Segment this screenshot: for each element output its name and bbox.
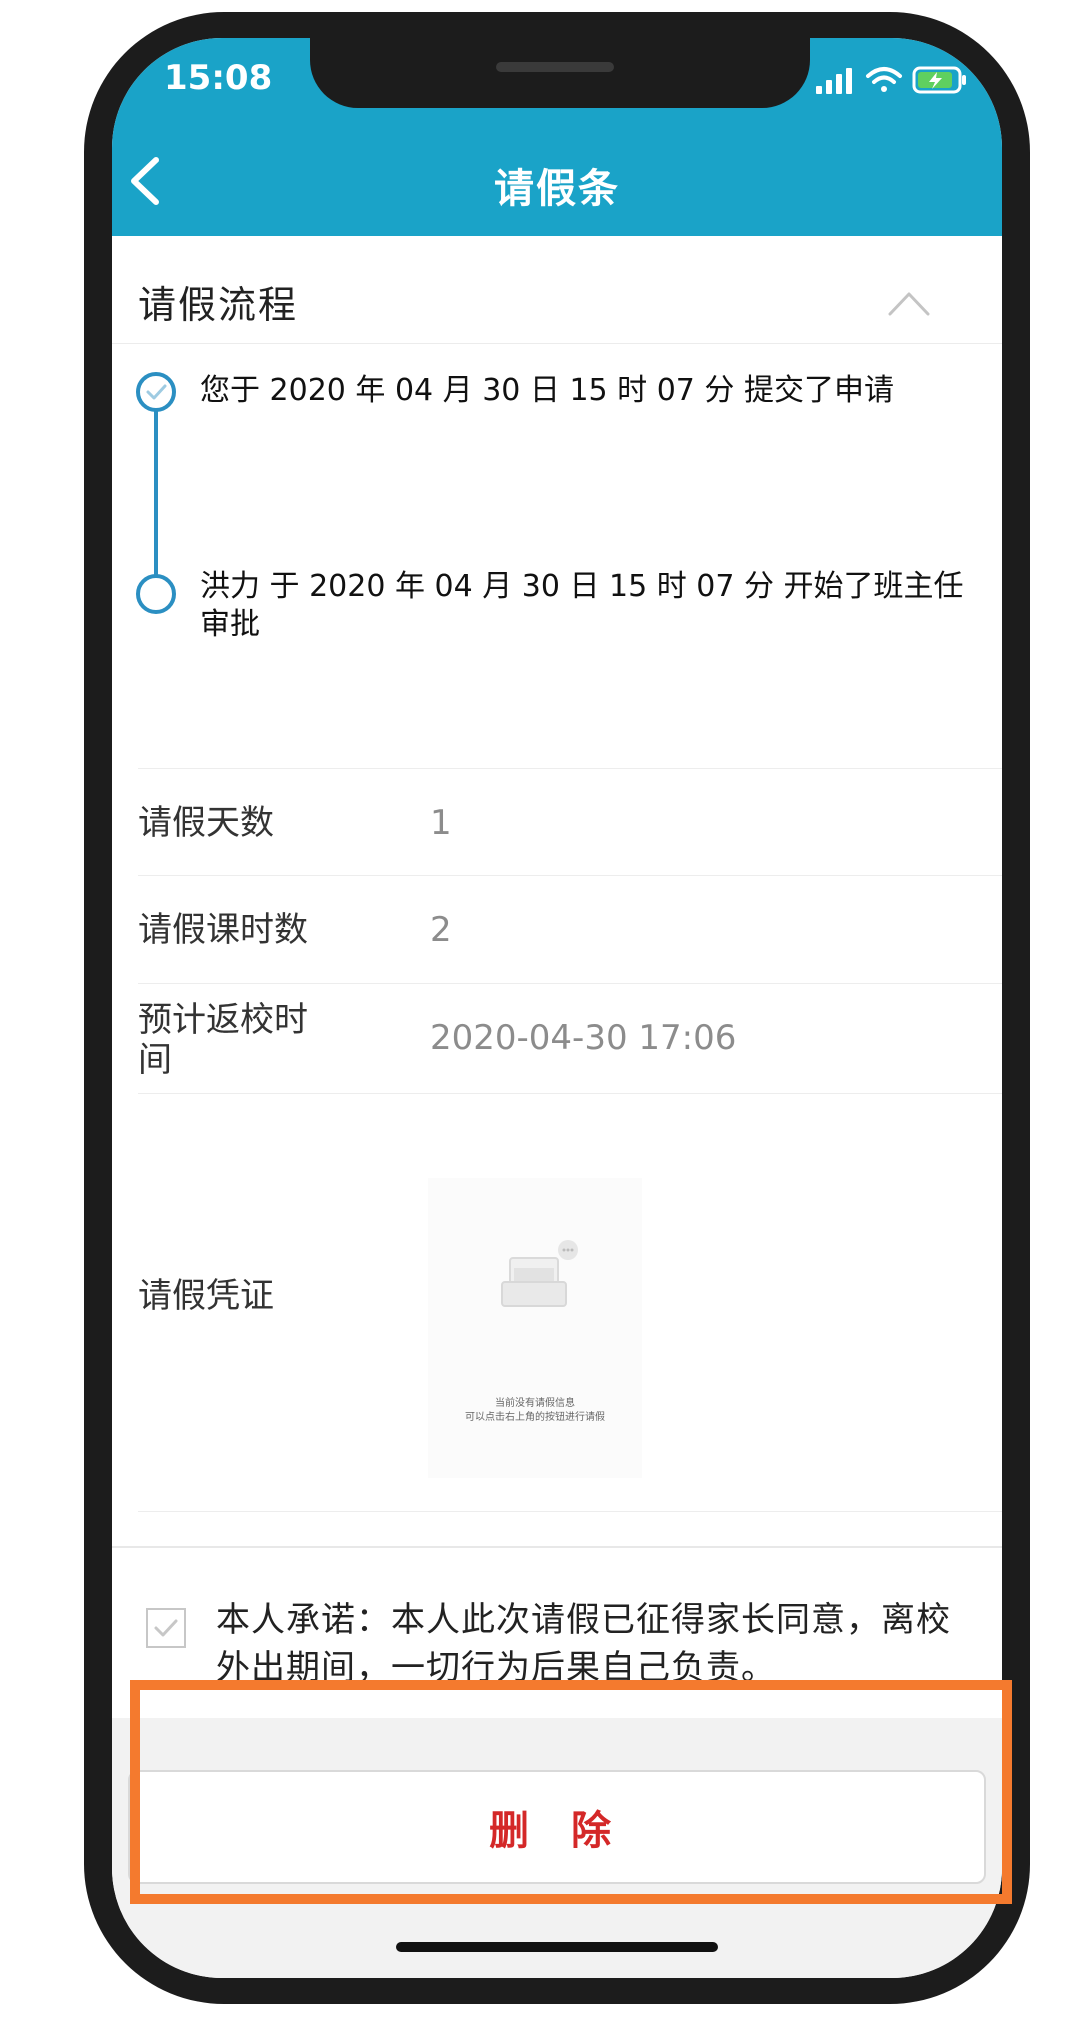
status-icons	[816, 60, 976, 100]
delete-label: 删 除	[489, 1808, 625, 1854]
empty-inbox-icon	[501, 1240, 578, 1307]
evidence-image[interactable]: 当前没有请假信息 可以点击右上角的按钮进行请假	[428, 1178, 642, 1478]
class-hours-label: 请假课时数	[138, 910, 308, 950]
check-icon	[154, 1619, 178, 1637]
check-icon	[146, 384, 167, 400]
detail-row-days: 请假天数 1	[138, 768, 1002, 876]
battery-icon	[912, 66, 966, 94]
signal-icon	[816, 68, 852, 94]
timeline-dot-pending	[136, 574, 176, 614]
page-title: 请假条	[494, 166, 620, 212]
class-hours-value: 2	[430, 910, 452, 950]
evidence-label: 请假凭证	[138, 1276, 274, 1316]
pledge-text: 本人承诺：本人此次请假已征得家长同意，离校外出期间，一切行为后果自己负责。	[216, 1600, 951, 1688]
phone-speaker	[496, 62, 614, 72]
return-time-value: 2020-04-30 17:06	[430, 1018, 737, 1058]
days-label: 请假天数	[138, 803, 274, 843]
timeline-step-1: 您于 2020 年 04 月 30 日 15 时 07 分 提交了申请	[200, 373, 894, 408]
timeline-step-2: 洪力 于 2020 年 04 月 30 日 15 时 07 分 开始了班主任审批	[200, 569, 964, 642]
home-indicator	[396, 1942, 718, 1952]
return-time-label: 预计返校时间	[138, 1000, 308, 1080]
collapse-button[interactable]	[886, 288, 932, 318]
pledge-checkbox[interactable]	[146, 1608, 186, 1648]
clipped-row-remnant	[132, 760, 452, 766]
timeline-connector	[154, 404, 158, 594]
status-time: 15:08	[164, 58, 273, 98]
empty-message: 当前没有请假信息	[495, 1398, 575, 1409]
delete-button[interactable]: 删 除	[128, 1770, 986, 1884]
process-section-header[interactable]: 请假流程	[112, 236, 1002, 344]
detail-row-class-hours: 请假课时数 2	[138, 876, 1002, 984]
detail-row-return-time: 预计返校时间 2020-04-30 17:06	[138, 984, 1002, 1094]
phone-notch	[310, 38, 810, 108]
empty-hint: 可以点击右上角的按钮进行请假	[465, 1412, 605, 1423]
days-value: 1	[430, 803, 452, 843]
timeline-dot-complete	[136, 372, 176, 412]
wifi-icon	[866, 67, 902, 92]
chevron-up-icon	[888, 292, 930, 316]
divider	[112, 1546, 1002, 1548]
phone-screen: 15:08 请假条 请假流程 您于 2020 年 04 月 30 日 15 时 …	[112, 38, 1002, 1978]
process-title: 请假流程	[138, 283, 299, 327]
